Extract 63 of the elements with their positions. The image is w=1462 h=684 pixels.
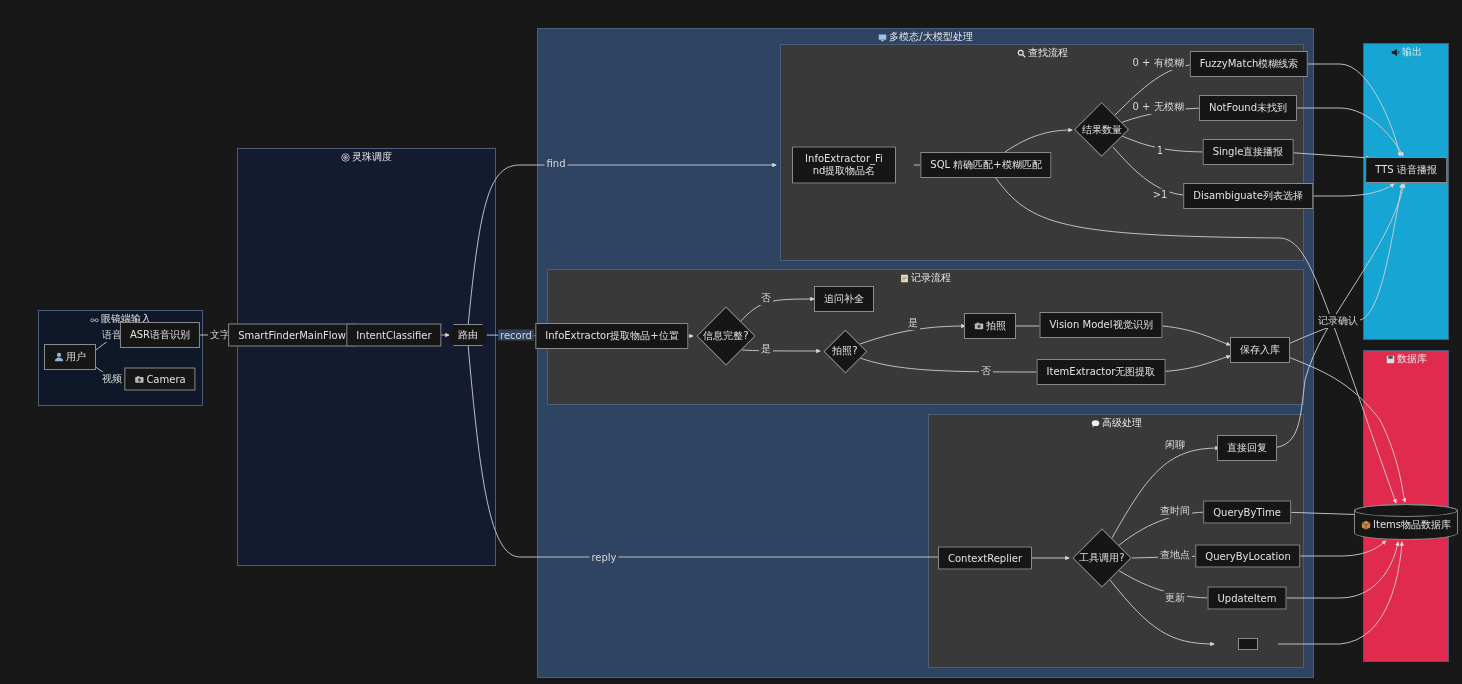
cluster-title: 查找流程 [1027, 46, 1068, 60]
edge-label: reply [589, 551, 619, 563]
process-node: InfoExtractor_Find提取物品名 [792, 146, 896, 184]
edge-label: >1 [1150, 188, 1170, 200]
edge-label: 是 [906, 316, 920, 330]
process-node: IntentClassifier [346, 323, 442, 347]
process-node: InfoExtractor提取物品+位置 [535, 323, 689, 349]
edge-label: 0 + 无模糊 [1130, 100, 1186, 114]
process-node: FuzzyMatch模糊线索 [1189, 51, 1309, 77]
process-node: 用户 [44, 344, 96, 370]
process-node: 保存入库 [1230, 337, 1290, 363]
edge-label: 否 [979, 364, 993, 378]
process-node: QueryByTime [1203, 500, 1291, 524]
cluster-title: 记录流程 [911, 271, 951, 285]
cluster-title: 数据库 [1396, 352, 1427, 366]
speaker-icon [1390, 47, 1400, 57]
edge-label: 1 [1154, 144, 1166, 156]
decision-node: 工具调用? [1072, 528, 1132, 588]
process-node [1238, 638, 1258, 650]
edge-label: 查时间 [1158, 504, 1192, 518]
cluster-title: 灵珠调度 [352, 150, 392, 164]
process-node: SQL 精确匹配+模糊匹配 [920, 152, 1052, 178]
process-node: Vision Model视觉识别 [1039, 312, 1163, 338]
process-node: QueryByLocation [1195, 544, 1301, 568]
camera-icon [974, 321, 984, 331]
monitor-icon [878, 32, 888, 42]
cluster-title: 高级处理 [1101, 416, 1142, 430]
person-icon [54, 352, 64, 362]
edge-label: 0 + 有模糊 [1130, 56, 1186, 70]
process-node: 追问补全 [814, 286, 874, 312]
database-node: Items物品数据库 [1354, 504, 1458, 540]
router-node: 路由 [449, 324, 487, 346]
edge-label: 否 [759, 291, 773, 305]
process-node: Single直接播报 [1202, 139, 1294, 165]
camera-icon [134, 374, 145, 384]
process-node: 直接回复 [1217, 435, 1277, 461]
edge-label: 闲聊 [1163, 438, 1187, 452]
cluster-title: 输出 [1401, 45, 1422, 59]
package-icon [1361, 520, 1371, 530]
process-node: ItemExtractor无图提取 [1036, 359, 1166, 385]
process-node: Camera [124, 367, 196, 391]
process-node: NotFound未找到 [1198, 95, 1298, 121]
edge-label: 是 [759, 342, 773, 356]
edge-label: find [544, 157, 568, 169]
edge-label: record [498, 329, 534, 341]
target-icon [341, 152, 350, 162]
process-node: ContextReplier [938, 546, 1032, 570]
chat-icon [1090, 418, 1100, 428]
process-node: 拍照 [964, 313, 1016, 339]
decision-node: 结果数量 [1074, 102, 1130, 158]
cluster-title: 多模态/大模型处理 [889, 30, 973, 44]
memo-icon [900, 273, 909, 283]
search-icon [1016, 48, 1026, 58]
edge-label: 查地点 [1158, 548, 1192, 562]
process-node: TTS 语音播报 [1365, 157, 1447, 183]
decision-node: 信息完整? [696, 306, 756, 366]
process-node: ASR语音识别 [119, 322, 201, 348]
edge-label: 记录确认 [1316, 314, 1360, 328]
edge-label: 更新 [1163, 591, 1187, 605]
edge-label: 视频 [100, 372, 124, 386]
process-node: Disambiguate列表选择 [1183, 183, 1313, 209]
decision-node: 拍照? [823, 329, 867, 373]
process-node: UpdateItem [1207, 586, 1287, 610]
